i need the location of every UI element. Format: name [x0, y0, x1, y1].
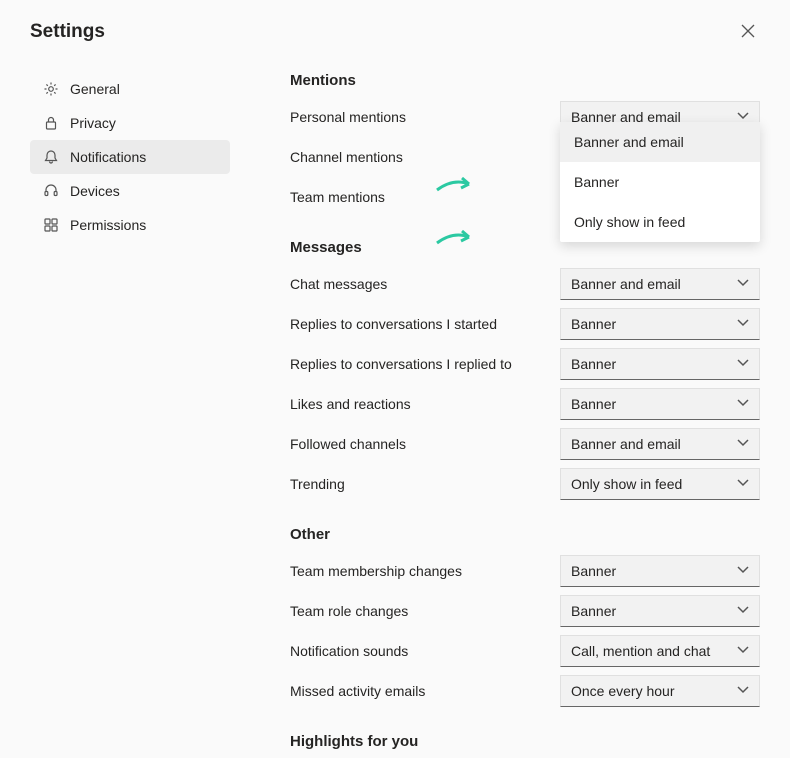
dropdown-option[interactable]: Banner and email	[560, 122, 760, 162]
sidebar-item-label: Notifications	[70, 149, 146, 165]
lock-icon	[42, 114, 60, 132]
arrow-annotation-icon	[435, 225, 475, 249]
bell-icon	[42, 148, 60, 166]
select-membership[interactable]: Banner	[560, 555, 760, 587]
label-sounds: Notification sounds	[290, 643, 408, 659]
sidebar-item-label: General	[70, 81, 120, 97]
main-panel: Mentions Personal mentions Banner and em…	[230, 60, 760, 758]
select-value: Only show in feed	[571, 476, 682, 492]
label-likes: Likes and reactions	[290, 396, 411, 412]
select-trending[interactable]: Only show in feed	[560, 468, 760, 500]
select-value: Banner and email	[571, 276, 681, 292]
select-value: Banner	[571, 603, 616, 619]
label-personal-mentions: Personal mentions	[290, 109, 406, 125]
sidebar: General Privacy Notifications Devices Pe…	[30, 60, 230, 758]
label-chat-messages: Chat messages	[290, 276, 387, 292]
select-value: Banner	[571, 356, 616, 372]
close-icon	[741, 24, 755, 41]
label-channel-mentions: Channel mentions	[290, 149, 403, 165]
sidebar-item-label: Devices	[70, 183, 120, 199]
sidebar-item-devices[interactable]: Devices	[30, 174, 230, 208]
chevron-down-icon	[737, 563, 749, 579]
select-replies-replied[interactable]: Banner	[560, 348, 760, 380]
label-trending: Trending	[290, 476, 345, 492]
section-title-mentions: Mentions	[290, 72, 760, 89]
sidebar-item-privacy[interactable]: Privacy	[30, 106, 230, 140]
close-button[interactable]	[736, 20, 760, 44]
sidebar-item-permissions[interactable]: Permissions	[30, 208, 230, 242]
label-replies-started: Replies to conversations I started	[290, 316, 497, 332]
headset-icon	[42, 182, 60, 200]
dropdown-option[interactable]: Only show in feed	[560, 202, 760, 242]
dropdown-panel[interactable]: Banner and email Banner Only show in fee…	[560, 122, 760, 242]
sidebar-item-label: Permissions	[70, 217, 146, 233]
arrow-annotation-icon	[435, 172, 475, 196]
chevron-down-icon	[737, 436, 749, 452]
select-likes[interactable]: Banner	[560, 388, 760, 420]
select-followed[interactable]: Banner and email	[560, 428, 760, 460]
page-title: Settings	[30, 21, 105, 43]
sidebar-item-general[interactable]: General	[30, 72, 230, 106]
chevron-down-icon	[737, 396, 749, 412]
select-value: Banner	[571, 563, 616, 579]
chevron-down-icon	[737, 603, 749, 619]
select-missed[interactable]: Once every hour	[560, 675, 760, 707]
select-value: Banner	[571, 316, 616, 332]
select-sounds[interactable]: Call, mention and chat	[560, 635, 760, 667]
apps-icon	[42, 216, 60, 234]
chevron-down-icon	[737, 316, 749, 332]
label-missed: Missed activity emails	[290, 683, 425, 699]
label-team-mentions: Team mentions	[290, 189, 385, 205]
select-value: Once every hour	[571, 683, 675, 699]
section-title-other: Other	[290, 526, 760, 543]
label-followed: Followed channels	[290, 436, 406, 452]
chevron-down-icon	[737, 476, 749, 492]
dropdown-option[interactable]: Banner	[560, 162, 760, 202]
chevron-down-icon	[737, 356, 749, 372]
select-value: Banner and email	[571, 436, 681, 452]
select-role[interactable]: Banner	[560, 595, 760, 627]
select-value: Banner	[571, 396, 616, 412]
chevron-down-icon	[737, 276, 749, 292]
chevron-down-icon	[737, 643, 749, 659]
section-title-highlights: Highlights for you	[290, 733, 760, 750]
label-replies-replied: Replies to conversations I replied to	[290, 356, 512, 372]
label-membership: Team membership changes	[290, 563, 462, 579]
chevron-down-icon	[737, 683, 749, 699]
select-value: Call, mention and chat	[571, 643, 710, 659]
sidebar-item-notifications[interactable]: Notifications	[30, 140, 230, 174]
sidebar-item-label: Privacy	[70, 115, 116, 131]
gear-icon	[42, 80, 60, 98]
select-replies-started[interactable]: Banner	[560, 308, 760, 340]
select-chat-messages[interactable]: Banner and email	[560, 268, 760, 300]
label-role: Team role changes	[290, 603, 408, 619]
